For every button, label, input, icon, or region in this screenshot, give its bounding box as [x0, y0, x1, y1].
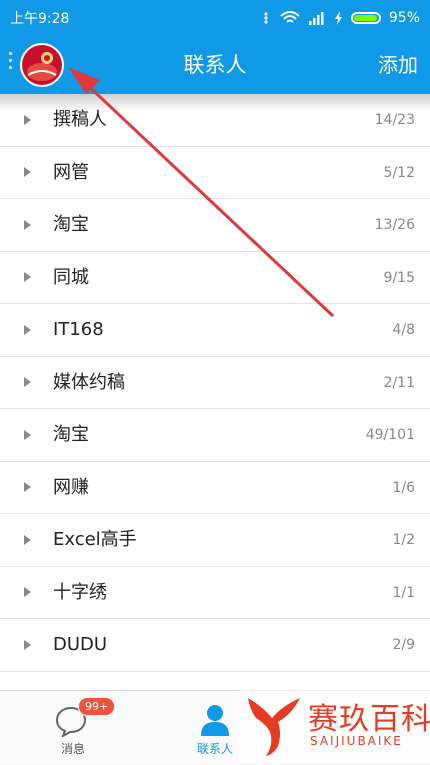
contact-groups-list[interactable]: 撰稿人 14/23 网管 5/12 淘宝 13/26 同城 9/15 IT168…: [0, 94, 430, 690]
status-icons: 95%: [260, 10, 420, 26]
status-time: 上午9:28: [10, 11, 70, 27]
expand-arrow-icon: [24, 534, 31, 545]
notification-dots-icon: [264, 12, 268, 24]
group-row[interactable]: DUDU 2/9: [0, 619, 430, 672]
group-name: 十字绣: [53, 581, 107, 603]
expand-arrow-icon: [24, 324, 31, 335]
page-title: 联系人: [183, 53, 247, 77]
group-count: 5/12: [383, 164, 415, 181]
group-row[interactable]: 十字绣 1/1: [0, 566, 430, 619]
group-row[interactable]: 淘宝 13/26: [0, 199, 430, 252]
avatar-image: [22, 45, 62, 85]
charging-icon: [334, 11, 342, 25]
app-header: 联系人 添加: [0, 36, 430, 94]
group-name: Excel高手: [53, 529, 137, 550]
group-count: 1/6: [392, 479, 415, 496]
group-row[interactable]: IT168 4/8: [0, 304, 430, 357]
group-count: 9/15: [383, 269, 415, 286]
group-row[interactable]: 淘宝 49/101: [0, 409, 430, 462]
watermark-text-cn: 赛玖百科: [308, 702, 430, 737]
group-row[interactable]: 网赚 1/6: [0, 461, 430, 514]
expand-arrow-icon: [24, 114, 31, 125]
tab-messages[interactable]: 99+ 消息: [18, 691, 128, 765]
group-count: 2/11: [383, 374, 415, 391]
group-count: 1/1: [392, 584, 415, 601]
signal-icon: [308, 12, 324, 25]
battery-level: [353, 15, 377, 21]
group-row[interactable]: 网管 5/12: [0, 146, 430, 199]
group-name: DUDU: [53, 634, 108, 655]
group-row[interactable]: Excel高手 1/2: [0, 514, 430, 567]
group-name: IT168: [53, 319, 104, 340]
group-count: 49/101: [365, 427, 415, 443]
group-count: 13/26: [374, 217, 415, 233]
group-row[interactable]: 同城 9/15: [0, 251, 430, 304]
expand-arrow-icon: [24, 639, 31, 650]
expand-arrow-icon: [24, 587, 31, 598]
expand-arrow-icon: [24, 219, 31, 230]
tab-label: 消息: [60, 742, 85, 756]
expand-arrow-icon: [24, 272, 31, 283]
battery-icon: [350, 12, 381, 24]
group-count: 1/2: [392, 532, 415, 548]
group-name: 网管: [53, 161, 89, 183]
battery-percent: 95%: [388, 10, 420, 26]
group-name: 媒体约稿: [53, 371, 125, 393]
status-bar: 上午9:28 95%: [0, 0, 430, 36]
whale-tail-logo: [248, 698, 300, 756]
group-name: 网赚: [53, 476, 89, 498]
more-dots-icon[interactable]: [8, 52, 14, 73]
group-name: 同城: [53, 266, 89, 288]
contacts-person-icon: [201, 705, 229, 736]
group-count: 4/8: [392, 322, 415, 338]
expand-arrow-icon: [24, 377, 31, 388]
unread-badge: 99+: [78, 697, 116, 716]
watermark: 赛玖百科 SAIJIUBAIKE: [238, 688, 430, 764]
list-top-shadow: [0, 94, 430, 112]
group-row[interactable]: 媒体约稿 2/11: [0, 356, 430, 409]
group-count: 2/9: [392, 637, 415, 653]
watermark-text-en: SAIJIUBAIKE: [310, 734, 403, 748]
group-name: 淘宝: [53, 424, 89, 445]
expand-arrow-icon: [24, 429, 31, 440]
group-name: 淘宝: [53, 214, 89, 235]
expand-arrow-icon: [24, 167, 31, 178]
user-avatar[interactable]: [20, 43, 64, 87]
add-contact-button[interactable]: 添加: [378, 36, 418, 94]
expand-arrow-icon: [24, 482, 31, 493]
wifi-icon: [280, 11, 300, 23]
